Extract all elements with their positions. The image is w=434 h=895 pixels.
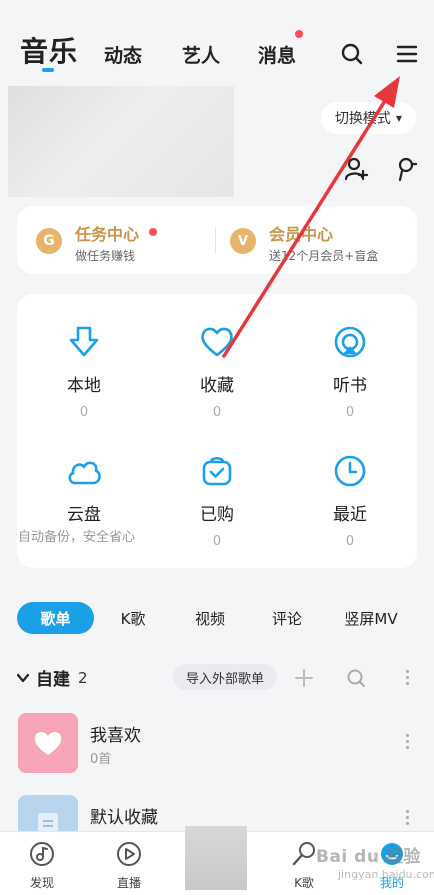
tab-feed[interactable]: 动态 xyxy=(104,41,142,68)
grid-label: 收藏 xyxy=(200,376,234,396)
tab-music[interactable]: 音乐 xyxy=(20,30,78,70)
plus-icon xyxy=(295,669,313,687)
grid-count: 0 xyxy=(79,405,89,420)
playlist-more-button[interactable] xyxy=(400,734,414,749)
category-tab-playlists[interactable]: 歌单 xyxy=(17,602,94,634)
menu-icon xyxy=(396,45,418,63)
add-user-icon xyxy=(344,157,369,181)
diamond-icon: V xyxy=(230,228,256,254)
grid-label: 本地 xyxy=(67,376,101,396)
mini-player-thumbnail[interactable] xyxy=(185,826,247,890)
live-icon xyxy=(117,842,141,866)
grid-label: 云盘 xyxy=(67,505,101,525)
purchased-bag-icon xyxy=(202,456,232,486)
search-icon xyxy=(347,669,365,687)
nav-label: 发现 xyxy=(29,876,54,890)
grid-count: 0 xyxy=(345,534,355,549)
audiobook-icon xyxy=(334,326,366,358)
clock-icon xyxy=(334,455,366,487)
gold-coin-icon: G xyxy=(36,228,62,254)
playlist-more-button[interactable] xyxy=(400,810,414,825)
watermark-text: Bai du 经验 xyxy=(316,847,421,867)
top-navigation: 音乐 动态 艺人 消息 xyxy=(0,0,434,86)
section-count: 2 xyxy=(78,668,88,687)
caret-down-icon: ▼ xyxy=(395,113,403,123)
grid-item-cloud[interactable]: 云盘 xyxy=(17,452,151,525)
section-title: 自建 xyxy=(36,670,70,690)
cloud-icon xyxy=(68,461,101,485)
nav-label: K歌 xyxy=(294,876,314,890)
category-tab-videos[interactable]: 视频 xyxy=(182,602,238,634)
search-playlist-button[interactable] xyxy=(344,666,368,690)
discover-icon xyxy=(30,842,54,866)
active-tab-indicator xyxy=(42,68,54,72)
grid-item-favorites[interactable]: 收藏 0 xyxy=(150,323,284,420)
switch-mode-button[interactable]: 切换模式 ▼ xyxy=(321,102,416,134)
category-tab-karaoke[interactable]: K歌 xyxy=(105,602,161,634)
playlist-title: 我喜欢 xyxy=(90,726,141,746)
grid-count: 0 xyxy=(345,405,355,420)
grid-label: 听书 xyxy=(333,376,367,396)
grid-count: 0 xyxy=(212,405,222,420)
category-tab-vertical-mv[interactable]: 竖屏MV xyxy=(336,602,406,634)
nav-label: 直播 xyxy=(116,876,141,890)
self-created-section-header[interactable]: 自建 2 xyxy=(16,665,88,690)
search-button[interactable] xyxy=(338,40,366,68)
add-friend-button[interactable] xyxy=(342,155,370,183)
benefits-card: G 任务中心 做任务赚钱 V 会员中心 送12个月会员+盲盒 xyxy=(17,206,417,274)
download-icon xyxy=(69,326,99,357)
voice-button[interactable] xyxy=(392,155,420,183)
task-center-badge xyxy=(149,228,157,236)
heart-icon xyxy=(34,731,62,755)
grid-count: 0 xyxy=(212,534,222,549)
karaoke-icon xyxy=(292,842,315,866)
grid-item-audiobooks[interactable]: 听书 0 xyxy=(283,323,417,420)
menu-button[interactable] xyxy=(393,40,421,68)
playlist-title: 默认收藏 xyxy=(90,808,158,828)
nav-live[interactable]: 直播 xyxy=(99,840,159,891)
section-more-button[interactable] xyxy=(400,670,414,685)
divider xyxy=(215,228,216,254)
playlist-cover xyxy=(18,713,78,773)
tab-artists[interactable]: 艺人 xyxy=(182,41,220,68)
member-center-subtitle: 送12个月会员+盲盒 xyxy=(269,249,379,263)
create-playlist-button[interactable] xyxy=(292,666,316,690)
playlist-song-count: 0首 xyxy=(90,752,112,767)
switch-mode-label: 切换模式 xyxy=(334,111,391,127)
grid-label: 已购 xyxy=(200,505,234,525)
heart-icon xyxy=(201,327,233,357)
messages-badge xyxy=(295,30,303,38)
grid-label: 最近 xyxy=(333,505,367,525)
task-center-subtitle: 做任务赚钱 xyxy=(75,249,136,263)
grid-item-purchased[interactable]: 已购 0 xyxy=(150,452,284,549)
grid-item-recent[interactable]: 最近 0 xyxy=(283,452,417,549)
search-icon xyxy=(341,43,363,65)
member-center-title[interactable]: 会员中心 xyxy=(269,221,333,245)
watermark-subtext: jingyan.baidu.com xyxy=(338,868,434,881)
cloud-hint-text: 自动备份，安全省心 xyxy=(18,530,136,545)
tab-messages[interactable]: 消息 xyxy=(258,41,296,68)
chevron-down-icon xyxy=(16,673,30,682)
task-center-title[interactable]: 任务中心 xyxy=(75,221,139,245)
category-tab-comments[interactable]: 评论 xyxy=(259,602,315,634)
import-playlist-button[interactable]: 导入外部歌单 xyxy=(173,664,277,690)
nav-discover[interactable]: 发现 xyxy=(12,840,72,891)
profile-info-blurred[interactable] xyxy=(8,86,234,197)
grid-item-local[interactable]: 本地 0 xyxy=(17,323,151,420)
microphone-icon xyxy=(398,157,418,182)
